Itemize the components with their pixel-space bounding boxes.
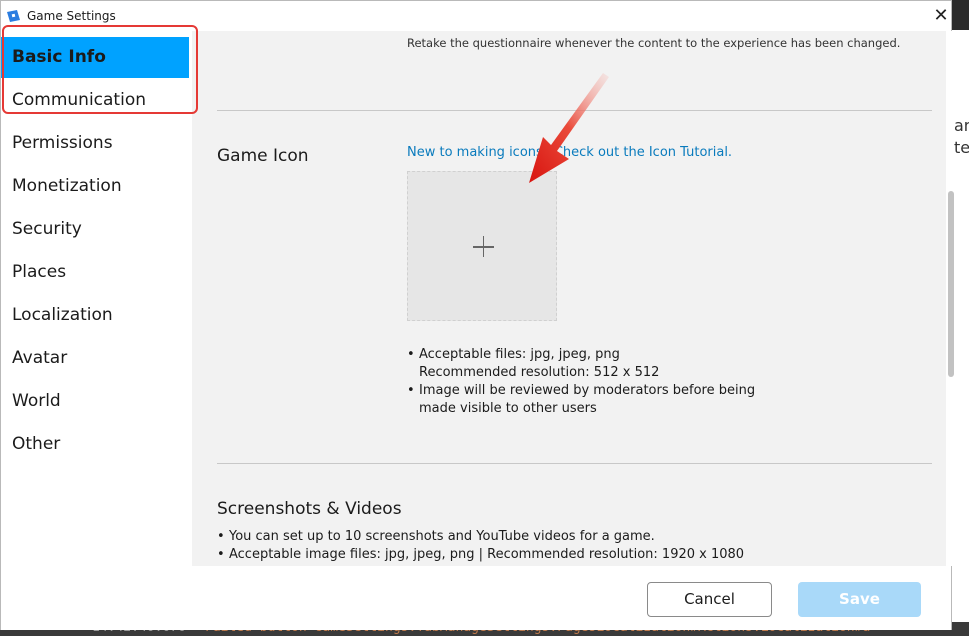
list-item-text: Recommended resolution: 512 x 512: [419, 365, 660, 380]
list-item-text: made visible to other users: [419, 401, 597, 416]
cancel-button[interactable]: Cancel: [647, 582, 772, 617]
sidebar-item-security[interactable]: Security: [1, 209, 189, 250]
plus-icon: [482, 236, 484, 257]
list-item: Acceptable image files: jpg, jpeg, png |…: [217, 546, 744, 564]
background-text: an: [954, 116, 969, 135]
sidebar-item-basic-info[interactable]: Basic Info: [1, 37, 189, 78]
title-bar: Game Settings ✕: [1, 1, 951, 31]
sidebar-item-avatar[interactable]: Avatar: [1, 338, 189, 379]
list-item: Image will be reviewed by moderators bef…: [407, 382, 755, 418]
close-button[interactable]: ✕: [931, 6, 951, 26]
sidebar-item-localization[interactable]: Localization: [1, 295, 189, 336]
roblox-studio-icon: [7, 10, 20, 22]
sidebar-item-other[interactable]: Other: [1, 424, 189, 465]
sidebar-item-monetization[interactable]: Monetization: [1, 166, 189, 207]
sidebar-item-world[interactable]: World: [1, 381, 189, 422]
game-settings-dialog: Game Settings ✕ Basic Info Communication…: [0, 0, 954, 630]
sidebar-item-places[interactable]: Places: [1, 252, 189, 293]
sidebar-item-permissions[interactable]: Permissions: [1, 123, 189, 164]
list-item-text: Acceptable files: jpg, jpeg, png: [419, 347, 620, 362]
settings-sidebar: Basic Info Communication Permissions Mon…: [1, 31, 191, 566]
settings-content-pane: Retake the questionnaire whenever the co…: [192, 31, 949, 566]
section-divider: [217, 463, 932, 464]
screenshots-info-list: You can set up to 10 screenshots and You…: [217, 528, 744, 564]
list-item-text: Image will be reviewed by moderators bef…: [419, 383, 756, 398]
game-icon-heading: Game Icon: [217, 146, 309, 166]
dialog-footer: Cancel Save: [1, 566, 951, 630]
background-text: te: [954, 138, 969, 157]
game-icon-upload-button[interactable]: [407, 171, 557, 321]
section-divider: [217, 110, 932, 111]
close-icon: ✕: [933, 5, 949, 26]
list-item: Acceptable files: jpg, jpeg, png Recomme…: [407, 346, 755, 382]
icon-requirements-list: Acceptable files: jpg, jpeg, png Recomme…: [407, 346, 755, 418]
icon-tutorial-link[interactable]: New to making icons? Check out the Icon …: [407, 145, 732, 160]
screenshots-videos-heading: Screenshots & Videos: [217, 499, 402, 519]
save-button[interactable]: Save: [798, 582, 921, 617]
window-title: Game Settings: [27, 9, 116, 23]
questionnaire-note: Retake the questionnaire whenever the co…: [407, 36, 901, 50]
content-scrollbar-thumb[interactable]: [948, 191, 954, 377]
list-item: You can set up to 10 screenshots and You…: [217, 528, 744, 546]
sidebar-item-communication[interactable]: Communication: [1, 80, 189, 121]
